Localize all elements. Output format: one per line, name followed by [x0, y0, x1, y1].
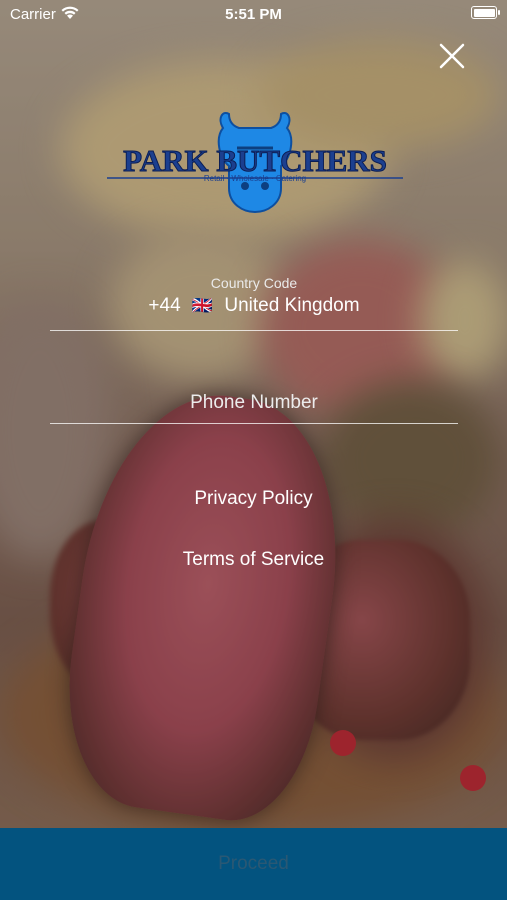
country-name: United Kingdom: [224, 295, 360, 316]
country-code-label: Country Code: [210, 275, 298, 291]
clock: 5:51 PM: [225, 6, 282, 23]
park-butchers-logo: PARK BUTCHERS Retail · Wholesale · Cater…: [105, 108, 405, 218]
battery-icon: [471, 6, 500, 19]
country-code-selector[interactable]: +44 🇬🇧 United Kingdom: [50, 295, 458, 317]
dial-code: +44: [148, 295, 181, 316]
phone-divider: [50, 423, 458, 424]
logo-wordmark: PARK BUTCHERS: [123, 143, 387, 178]
terms-of-service-link[interactable]: Terms of Service: [0, 549, 507, 571]
privacy-policy-link[interactable]: Privacy Policy: [0, 488, 507, 510]
logo-tagline: Retail · Wholesale · Catering: [204, 174, 306, 183]
close-icon[interactable]: [436, 40, 468, 72]
proceed-button[interactable]: Proceed: [0, 828, 507, 900]
phone-number-input[interactable]: [50, 390, 458, 416]
status-bar: Carrier 5:51 PM: [0, 0, 507, 30]
uk-flag-icon: 🇬🇧: [191, 296, 214, 315]
country-divider: [50, 330, 458, 331]
